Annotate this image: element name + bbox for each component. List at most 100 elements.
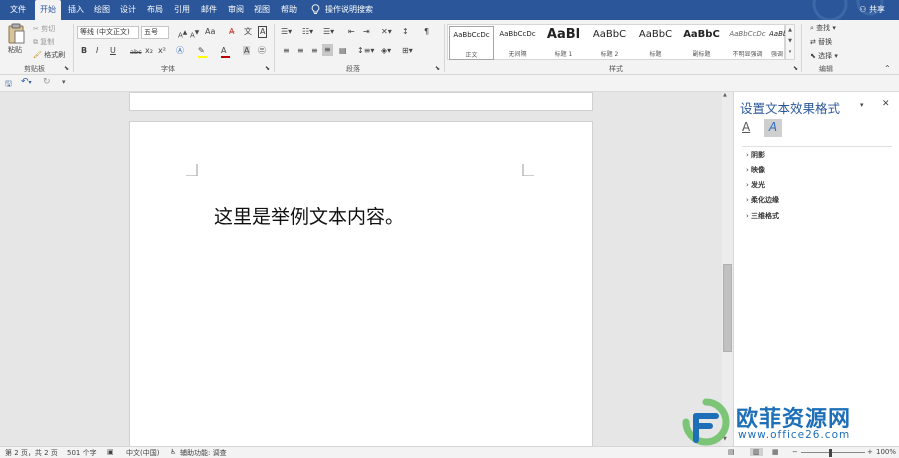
zoom-out-icon[interactable]: − bbox=[792, 448, 798, 456]
section-soft-edges[interactable]: › 柔化边缘 bbox=[746, 195, 779, 205]
font-color-icon[interactable]: A bbox=[221, 46, 230, 58]
section-shadow[interactable]: › 阴影 bbox=[746, 150, 765, 160]
collapse-ribbon-icon[interactable]: ⌃ bbox=[884, 64, 891, 73]
proofing-icon[interactable]: ▣ bbox=[107, 448, 114, 456]
copy-button[interactable]: ⧉ 复制 bbox=[33, 37, 54, 47]
style-normal[interactable]: AaBbCcDc 正文 bbox=[449, 26, 494, 60]
align-right-icon[interactable]: ≡ bbox=[311, 46, 318, 56]
dialog-launcher-icon[interactable]: ⬊ bbox=[265, 65, 270, 72]
page-count[interactable]: 第 2 页，共 2 页 bbox=[5, 448, 58, 458]
section-reflection[interactable]: › 映像 bbox=[746, 165, 765, 175]
tab-mailings[interactable]: 邮件 bbox=[201, 0, 217, 20]
highlight-icon[interactable]: ✎ bbox=[198, 46, 207, 58]
shading-icon[interactable]: ◈▾ bbox=[381, 46, 391, 56]
gallery-scroll[interactable]: ▲ ▼ ▾ bbox=[785, 24, 795, 60]
tab-view[interactable]: 视图 bbox=[254, 0, 270, 20]
scroll-thumb[interactable] bbox=[723, 264, 732, 352]
section-3d-format[interactable]: › 三维格式 bbox=[746, 211, 779, 221]
show-marks-icon[interactable]: ¶ bbox=[424, 27, 429, 37]
read-mode-icon[interactable]: ▤ bbox=[728, 448, 735, 456]
web-layout-icon[interactable]: ▦ bbox=[772, 448, 779, 456]
tab-home[interactable]: 开始 bbox=[35, 0, 61, 20]
format-painter-button[interactable]: 🖌 格式刷 bbox=[33, 50, 65, 60]
zoom-level[interactable]: 100% bbox=[876, 448, 896, 456]
style-heading-2[interactable]: AaBbC 标题 2 bbox=[587, 26, 632, 60]
tab-help[interactable]: 帮助 bbox=[281, 0, 297, 20]
line-spacing-icon[interactable]: ↕≡▾ bbox=[357, 46, 374, 56]
decrease-indent-icon[interactable]: ⇤ bbox=[348, 27, 355, 37]
customize-qat-icon[interactable]: ▾ bbox=[62, 78, 66, 86]
tab-review[interactable]: 审阅 bbox=[228, 0, 244, 20]
zoom-slider[interactable] bbox=[801, 452, 865, 453]
borders-icon[interactable]: ⊞▾ bbox=[402, 46, 413, 56]
tab-file[interactable]: 文件 bbox=[10, 0, 26, 20]
zoom-slider-thumb[interactable] bbox=[829, 449, 832, 457]
dialog-launcher-icon[interactable]: ⬊ bbox=[64, 65, 69, 72]
zoom-in-icon[interactable]: + bbox=[867, 448, 873, 456]
italic-button[interactable]: I bbox=[96, 46, 98, 56]
sort-icon[interactable]: ↕ bbox=[402, 27, 409, 37]
scroll-up-icon[interactable]: ▲ bbox=[723, 92, 727, 98]
underline-button[interactable]: U bbox=[110, 46, 116, 56]
more-styles-icon[interactable]: ▾ bbox=[786, 47, 794, 58]
char-border-icon[interactable]: A bbox=[258, 26, 268, 38]
shrink-font-icon[interactable]: A▼ bbox=[190, 28, 199, 40]
clear-format-icon[interactable]: A̶ bbox=[229, 27, 234, 37]
enclose-char-icon[interactable]: ㊂ bbox=[258, 46, 266, 56]
style-subtitle[interactable]: AaBbC 副标题 bbox=[679, 26, 724, 60]
tab-insert[interactable]: 插入 bbox=[68, 0, 84, 20]
text-effects-icon[interactable]: Ⓐ bbox=[176, 46, 184, 56]
tab-layout[interactable]: 布局 bbox=[147, 0, 163, 20]
undo-icon[interactable]: ↶▾ bbox=[21, 77, 32, 87]
justify-icon[interactable]: ≡ bbox=[322, 44, 333, 56]
section-glow[interactable]: › 发光 bbox=[746, 180, 765, 190]
style-title[interactable]: AaBbC 标题 bbox=[633, 26, 678, 60]
dialog-launcher-icon[interactable]: ⬊ bbox=[793, 65, 798, 72]
style-emphasis[interactable]: AaBbCcDc 强调 bbox=[769, 26, 785, 60]
distributed-icon[interactable]: ▤ bbox=[339, 46, 347, 56]
align-center-icon[interactable]: ≡ bbox=[297, 46, 304, 56]
cut-button[interactable]: ✂ 剪切 bbox=[33, 24, 55, 34]
replace-button[interactable]: ⇄ 替换 bbox=[810, 37, 832, 47]
pane-options-icon[interactable]: ▾ bbox=[860, 101, 864, 109]
chinese-layout-icon[interactable]: ✕▾ bbox=[381, 27, 392, 37]
close-icon[interactable]: ✕ bbox=[882, 99, 890, 109]
style-no-spacing[interactable]: AaBbCcDc 无间隔 bbox=[495, 26, 540, 60]
save-icon[interactable]: 🖫 bbox=[5, 78, 12, 92]
paste-button[interactable]: 粘贴 bbox=[6, 23, 30, 61]
print-layout-icon[interactable]: ▥ bbox=[750, 448, 763, 456]
chevron-down-icon[interactable]: ▼ bbox=[786, 36, 794, 47]
align-left-icon[interactable]: ≡ bbox=[283, 46, 290, 56]
word-count[interactable]: 501 个字 bbox=[67, 448, 97, 458]
accessibility-status[interactable]: 辅助功能: 调查 bbox=[180, 448, 227, 458]
subscript-button[interactable]: x₂ bbox=[145, 46, 153, 56]
bold-button[interactable]: B bbox=[81, 46, 87, 56]
style-heading-1[interactable]: AaBl 标题 1 bbox=[541, 26, 586, 60]
tab-draw[interactable]: 绘图 bbox=[94, 0, 110, 20]
numbering-icon[interactable]: ☷▾ bbox=[302, 27, 313, 37]
tell-me-search[interactable]: 操作说明搜索 bbox=[325, 0, 373, 20]
font-size-combobox[interactable]: 五号 bbox=[141, 26, 169, 39]
phonetic-guide-icon[interactable]: 文 bbox=[244, 27, 252, 37]
char-shading-icon[interactable]: A bbox=[243, 46, 251, 56]
change-case-button[interactable]: Aa bbox=[205, 27, 215, 37]
superscript-button[interactable]: x² bbox=[158, 46, 166, 56]
strikethrough-button[interactable]: abc bbox=[130, 47, 142, 57]
find-button[interactable]: ⌕ 查找 ▾ bbox=[810, 23, 836, 33]
document-body-text[interactable]: 这里是举例文本内容。 bbox=[214, 202, 404, 229]
chevron-up-icon[interactable]: ▲ bbox=[786, 25, 794, 36]
tab-references[interactable]: 引用 bbox=[174, 0, 190, 20]
increase-indent-icon[interactable]: ⇥ bbox=[363, 27, 370, 37]
language-indicator[interactable]: 中文(中国) bbox=[126, 448, 159, 458]
text-fill-outline-tab[interactable]: A bbox=[742, 120, 758, 136]
text-effects-tab[interactable]: A bbox=[764, 119, 782, 137]
multilevel-list-icon[interactable]: ☰▾ bbox=[323, 27, 334, 37]
style-subtle-emphasis[interactable]: AaBbCcDc 不明显强调 bbox=[725, 26, 770, 60]
share-button[interactable]: ⚇ 共享 bbox=[859, 0, 885, 20]
dialog-launcher-icon[interactable]: ⬊ bbox=[435, 65, 440, 72]
tab-design[interactable]: 设计 bbox=[120, 0, 136, 20]
grow-font-icon[interactable]: A▲ bbox=[178, 28, 187, 40]
redo-icon[interactable]: ↻ bbox=[43, 77, 51, 87]
bullets-icon[interactable]: ☰▾ bbox=[281, 27, 292, 37]
font-name-combobox[interactable]: 等线 (中文正文) bbox=[77, 26, 139, 39]
